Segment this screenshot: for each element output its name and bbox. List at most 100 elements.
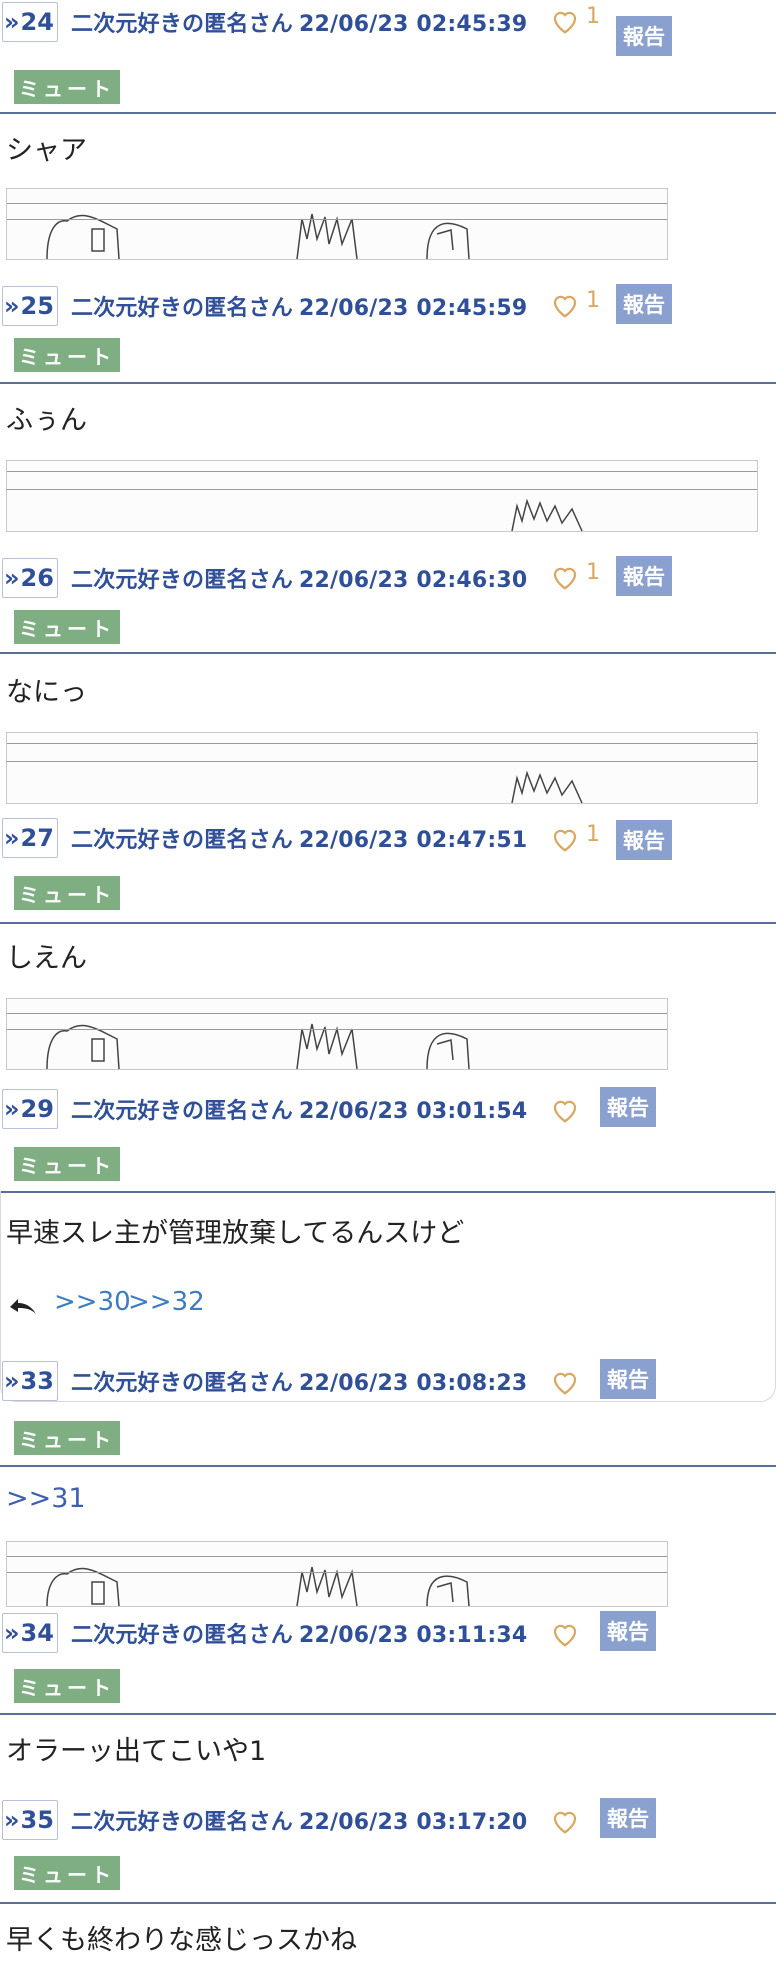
post-header: » 27 二次元好きの匿名さん 22/06/23 02:47:51 1 報告 ミュー… [0,810,776,924]
poster-name: 二次元好きの匿名さん 22/06/23 03:08:23 [71,1365,527,1397]
post-image-thumbnail[interactable] [6,998,668,1070]
chevron-icon: » [4,564,20,592]
post-header: » 35 二次元好きの匿名さん 22/06/23 03:17:20 報告 ミュート [0,1790,776,1904]
poster-name: 二次元好きの匿名さん 22/06/23 03:11:34 [71,1617,527,1649]
poster-name: 二次元好きの匿名さん 22/06/23 03:01:54 [71,1093,527,1125]
chevron-icon: » [4,824,20,852]
post-number-link[interactable]: » 26 [2,558,58,598]
poster-name-text: 二次元好きの匿名さん [71,296,294,321]
post-date: 22/06/23 02:47:51 [299,828,528,853]
report-button[interactable]: 報告 [600,1087,656,1127]
chevron-icon: » [4,292,20,320]
post-date: 22/06/23 03:11:34 [299,1623,528,1648]
poster-name-text: 二次元好きの匿名さん [71,1099,294,1124]
like-count: 1 [586,822,600,847]
like-count: 1 [586,4,600,29]
post-26: » 26 二次元好きの匿名さん 22/06/23 02:46:30 1 報告 ミュー… [0,540,776,810]
report-button[interactable]: 報告 [616,556,672,596]
post-body: オラーッ出てこいや1 [6,1736,267,1767]
heart-icon[interactable] [550,1806,580,1836]
heart-icon[interactable] [550,562,580,592]
post-number-link[interactable]: » 29 [2,1089,58,1129]
mute-button[interactable]: ミュート [14,70,120,104]
sketch-image [46,1023,470,1069]
mute-button[interactable]: ミュート [14,338,120,372]
post-date: 22/06/23 02:45:59 [299,296,528,321]
reply-link[interactable]: >>32 [128,1287,205,1317]
reply-link[interactable]: >>30 [54,1287,131,1317]
mute-button[interactable]: ミュート [14,1856,120,1890]
post-date: 22/06/23 02:45:39 [299,12,528,37]
heart-icon[interactable] [550,6,580,36]
heart-icon[interactable] [550,1095,580,1125]
mute-button[interactable]: ミュート [14,1669,120,1703]
chevron-icon: » [4,8,20,36]
post-body: なにっ [6,677,87,708]
poster-name: 二次元好きの匿名さん 22/06/23 02:47:51 [71,822,527,854]
post-header: » 25 二次元好きの匿名さん 22/06/23 02:45:59 1 報告 ミュー… [0,270,776,384]
poster-name-text: 二次元好きの匿名さん [71,1371,294,1396]
post-number-link[interactable]: » 24 [2,2,58,42]
post-number-link[interactable]: » 35 [2,1800,58,1840]
post-image-thumbnail[interactable] [6,188,668,260]
chevron-icon: » [4,1619,20,1647]
poster-name-text: 二次元好きの匿名さん [71,828,294,853]
poster-name-text: 二次元好きの匿名さん [71,12,294,37]
post-body: ふぅん [6,405,87,436]
poster-name-text: 二次元好きの匿名さん [71,1623,294,1648]
sketch-image [46,1566,470,1606]
post-date: 22/06/23 02:46:30 [299,568,528,593]
mute-button[interactable]: ミュート [14,610,120,644]
post-number: 24 [20,8,54,36]
report-button[interactable]: 報告 [600,1359,656,1399]
post-number-link[interactable]: » 34 [2,1613,58,1653]
mute-button[interactable]: ミュート [14,1421,120,1455]
poster-name-text: 二次元好きの匿名さん [71,568,294,593]
post-date: 22/06/23 03:17:20 [299,1810,528,1835]
post-image-thumbnail[interactable] [6,732,758,804]
reply-arrow-icon [10,1299,36,1314]
post-number-link[interactable]: » 25 [2,286,58,326]
chevron-icon: » [4,1806,20,1834]
post-header: » 24 二次元好きの匿名さん 22/06/23 02:45:39 1 報告 ミュー… [0,0,776,114]
sketch-image [46,213,470,259]
post-header: » 26 二次元好きの匿名さん 22/06/23 02:46:30 1 報告 ミュー… [0,540,776,654]
post-number-link[interactable]: » 33 [2,1361,58,1401]
like-count: 1 [586,288,600,313]
post-image-thumbnail[interactable] [6,1541,668,1607]
heart-icon[interactable] [550,290,580,320]
post-27: » 27 二次元好きの匿名さん 22/06/23 02:47:51 1 報告 ミュー… [0,810,776,1075]
chevron-icon: » [4,1095,20,1123]
like-count: 1 [586,560,600,585]
post-header: » 33 二次元好きの匿名さん 22/06/23 03:08:23 報告 ミュート [0,1345,776,1467]
post-body: しえん [6,943,87,974]
post-number: 33 [20,1367,54,1395]
report-button[interactable]: 報告 [616,16,672,56]
post-body: 早くも終わりな感じっスかね [6,1925,357,1956]
heart-icon[interactable] [550,824,580,854]
post-number: 35 [20,1806,54,1834]
post-number-link[interactable]: » 27 [2,818,58,858]
report-button[interactable]: 報告 [616,284,672,324]
poster-name: 二次元好きの匿名さん 22/06/23 03:17:20 [71,1804,527,1836]
poster-name: 二次元好きの匿名さん 22/06/23 02:45:59 [71,290,527,322]
post-header: » 34 二次元好きの匿名さん 22/06/23 03:11:34 報告 ミュート [0,1605,776,1715]
mute-button[interactable]: ミュート [14,1147,120,1181]
mute-button[interactable]: ミュート [14,876,120,910]
report-button[interactable]: 報告 [600,1611,656,1651]
report-button[interactable]: 報告 [600,1798,656,1838]
chevron-icon: » [4,1367,20,1395]
post-number: 26 [20,564,54,592]
post-image-thumbnail[interactable] [6,460,758,532]
post-24: » 24 二次元好きの匿名さん 22/06/23 02:45:39 1 報告 ミュー… [0,0,776,270]
heart-icon[interactable] [550,1619,580,1649]
poster-name: 二次元好きの匿名さん 22/06/23 02:46:30 [71,562,527,594]
post-35: » 35 二次元好きの匿名さん 22/06/23 03:17:20 報告 ミュート … [0,1790,776,1985]
post-29: » 29 二次元好きの匿名さん 22/06/23 03:01:54 報告 ミュート … [0,1075,776,1402]
report-button[interactable]: 報告 [616,820,672,860]
post-header: » 29 二次元好きの匿名さん 22/06/23 03:01:54 報告 ミュート [0,1075,776,1193]
post-body-link[interactable]: >>31 [6,1483,86,1514]
post-date: 22/06/23 03:01:54 [299,1099,528,1124]
post-number: 29 [20,1095,54,1123]
heart-icon[interactable] [550,1367,580,1397]
